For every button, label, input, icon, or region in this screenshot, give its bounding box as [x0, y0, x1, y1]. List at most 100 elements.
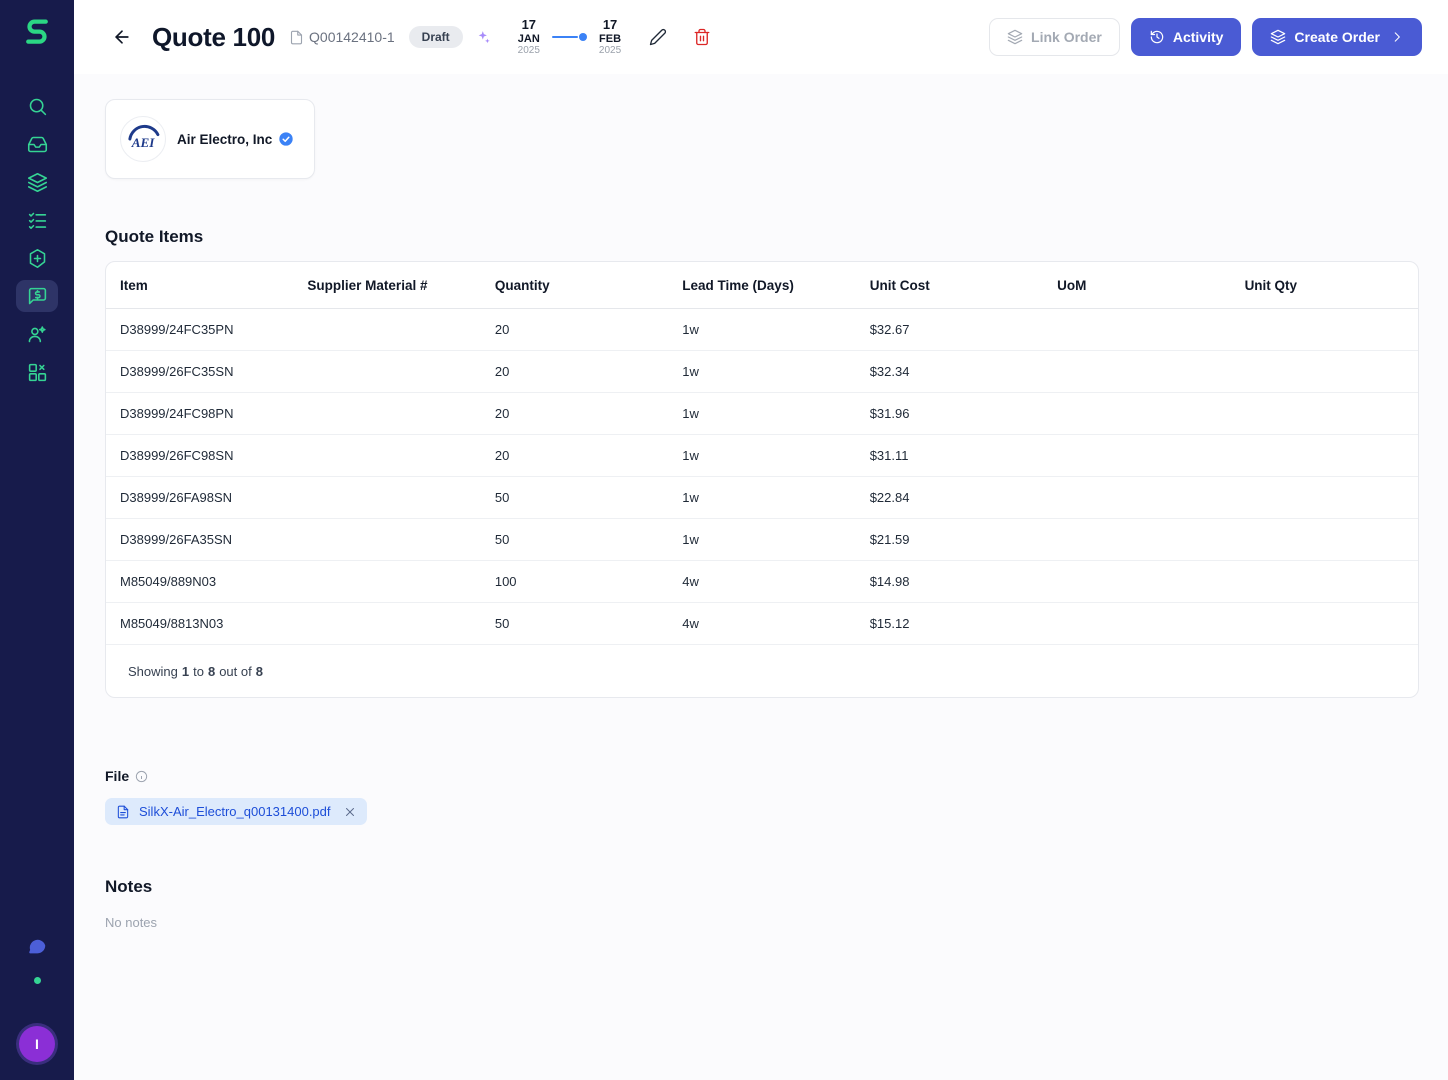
- column-header-unit-qty: Unit Qty: [1244, 277, 1298, 293]
- cell-item: D38999/26FA35SN: [120, 532, 233, 547]
- sidebar-item-inventory[interactable]: [16, 166, 58, 198]
- cell-lead-time: 4w: [682, 574, 699, 589]
- table-row[interactable]: D38999/24FC98PN 20 1w $31.96: [106, 393, 1418, 435]
- end-date-month: FEB: [599, 32, 622, 45]
- sidebar-item-materials[interactable]: [16, 356, 58, 388]
- quote-date-range: 17 JAN 2025 17 FEB 2025: [517, 16, 622, 56]
- file-chip[interactable]: SilkX-Air_Electro_q00131400.pdf: [105, 798, 367, 825]
- date-connector: [551, 32, 587, 41]
- history-icon: [1150, 30, 1164, 44]
- remove-file-icon[interactable]: [344, 806, 356, 818]
- file-label: File: [105, 768, 130, 784]
- quote-items-heading: Quote Items: [105, 227, 204, 246]
- page-content: AEI Air Electro, Inc Quote Items Item Su…: [74, 74, 1448, 1080]
- pagination-total: 8: [255, 663, 263, 679]
- pencil-icon: [649, 28, 667, 46]
- cell-lead-time: 1w: [682, 406, 699, 421]
- svg-text:AEI: AEI: [131, 135, 155, 150]
- table-row[interactable]: D38999/26FA98SN 50 1w $22.84: [106, 477, 1418, 519]
- info-icon[interactable]: [135, 770, 148, 783]
- support-chat-button[interactable]: [22, 931, 52, 961]
- ai-sparkle-button[interactable]: [471, 25, 496, 50]
- cell-item: D38999/24FC98PN: [120, 406, 234, 421]
- quote-items-table: Item Supplier Material # Quantity Lead T…: [105, 261, 1419, 698]
- delete-quote-button[interactable]: [689, 24, 715, 50]
- avatar-initial: I: [35, 1036, 39, 1052]
- pagination-to: 8: [207, 663, 216, 679]
- table-row[interactable]: M85049/889N03 100 4w $14.98: [106, 561, 1418, 603]
- header-actions: Link Order Activity Create Order: [989, 18, 1422, 56]
- cell-quantity: 50: [494, 532, 510, 547]
- start-date-year: 2025: [517, 44, 540, 56]
- quote-message-icon: [28, 287, 46, 304]
- activity-button[interactable]: Activity: [1130, 18, 1242, 56]
- cell-unit-cost: $15.12: [869, 616, 910, 631]
- table-row[interactable]: D38999/26FA35SN 50 1w $21.59: [106, 519, 1418, 561]
- cell-lead-time: 1w: [682, 448, 699, 463]
- app-logo-icon: [26, 19, 48, 44]
- sidebar-bottom: I: [19, 931, 55, 1062]
- supplier-card[interactable]: AEI Air Electro, Inc: [105, 99, 315, 179]
- cell-item: D38999/26FC98SN: [120, 448, 234, 463]
- trash-icon: [694, 28, 710, 46]
- supplier-logo: AEI: [120, 116, 166, 162]
- sidebar-item-suppliers[interactable]: [16, 318, 58, 350]
- column-header-uom: UoM: [1057, 277, 1087, 293]
- main-area: Quote 100 Q00142410-1 Draft 17 JAN 2025 …: [74, 0, 1448, 1080]
- app-logo[interactable]: [20, 14, 54, 48]
- file-icon: [117, 805, 129, 818]
- end-date-year: 2025: [598, 44, 622, 56]
- cell-item: M85049/8813N03: [120, 616, 224, 631]
- table-row[interactable]: M85049/8813N03 50 4w $15.12: [106, 603, 1418, 645]
- sparkle-icon: [478, 30, 490, 43]
- verified-badge-icon: [278, 131, 294, 147]
- quote-reference: Q00142410-1: [289, 29, 395, 45]
- sidebar-item-quotes[interactable]: [16, 280, 58, 312]
- end-date: 17 FEB 2025: [598, 17, 622, 56]
- link-order-button[interactable]: Link Order: [989, 18, 1120, 56]
- user-avatar[interactable]: I: [19, 1026, 55, 1062]
- column-header-quantity: Quantity: [494, 277, 550, 293]
- arrow-left-icon: [115, 30, 129, 44]
- table-row[interactable]: D38999/26FC35SN 20 1w $32.34: [106, 351, 1418, 393]
- cell-unit-cost: $32.34: [869, 364, 910, 379]
- cell-unit-cost: $14.98: [869, 574, 910, 589]
- back-button[interactable]: [108, 23, 136, 51]
- hexagon-plus-icon: [29, 248, 45, 268]
- supplier-name: Air Electro, Inc: [177, 131, 273, 147]
- start-date-day: 17: [521, 16, 537, 32]
- cell-lead-time: 1w: [682, 322, 699, 337]
- notes-heading: Notes: [105, 877, 153, 896]
- table-row[interactable]: D38999/26FC98SN 20 1w $31.11: [106, 435, 1418, 477]
- file-name: SilkX-Air_Electro_q00131400.pdf: [139, 804, 331, 819]
- notes-empty-text: No notes: [105, 915, 158, 930]
- cell-quantity: 20: [494, 448, 510, 463]
- layers-icon: [1271, 29, 1286, 45]
- cell-quantity: 50: [494, 490, 510, 505]
- online-status-dot: [33, 977, 41, 984]
- cell-quantity: 50: [494, 616, 510, 631]
- sidebar-item-create[interactable]: [16, 242, 58, 274]
- sidebar-item-inbox[interactable]: [16, 128, 58, 160]
- table-row[interactable]: D38999/24FC35PN 20 1w $32.67: [106, 309, 1418, 351]
- page-header: Quote 100 Q00142410-1 Draft 17 JAN 2025 …: [74, 0, 1448, 74]
- column-header-item: Item: [120, 277, 148, 293]
- cell-unit-cost: $31.11: [869, 448, 909, 463]
- edit-quote-button[interactable]: [645, 24, 671, 50]
- status-badge: Draft: [408, 26, 463, 48]
- search-icon: [29, 98, 46, 115]
- cell-unit-cost: $32.67: [869, 322, 910, 337]
- cell-lead-time: 4w: [682, 616, 699, 631]
- chat-bubble-icon: [29, 939, 46, 954]
- cell-item: D38999/26FC35SN: [120, 364, 234, 379]
- layers-icon: [27, 172, 47, 192]
- start-date: 17 JAN 2025: [517, 16, 540, 56]
- sidebar-item-search[interactable]: [16, 90, 58, 122]
- sidebar: I: [0, 0, 74, 1080]
- start-date-month: JAN: [517, 32, 540, 45]
- cell-item: D38999/26FA98SN: [120, 490, 233, 505]
- create-order-button[interactable]: Create Order: [1252, 18, 1422, 56]
- sidebar-item-tasks[interactable]: [16, 204, 58, 236]
- cell-quantity: 100: [494, 574, 517, 589]
- inbox-icon: [27, 136, 47, 152]
